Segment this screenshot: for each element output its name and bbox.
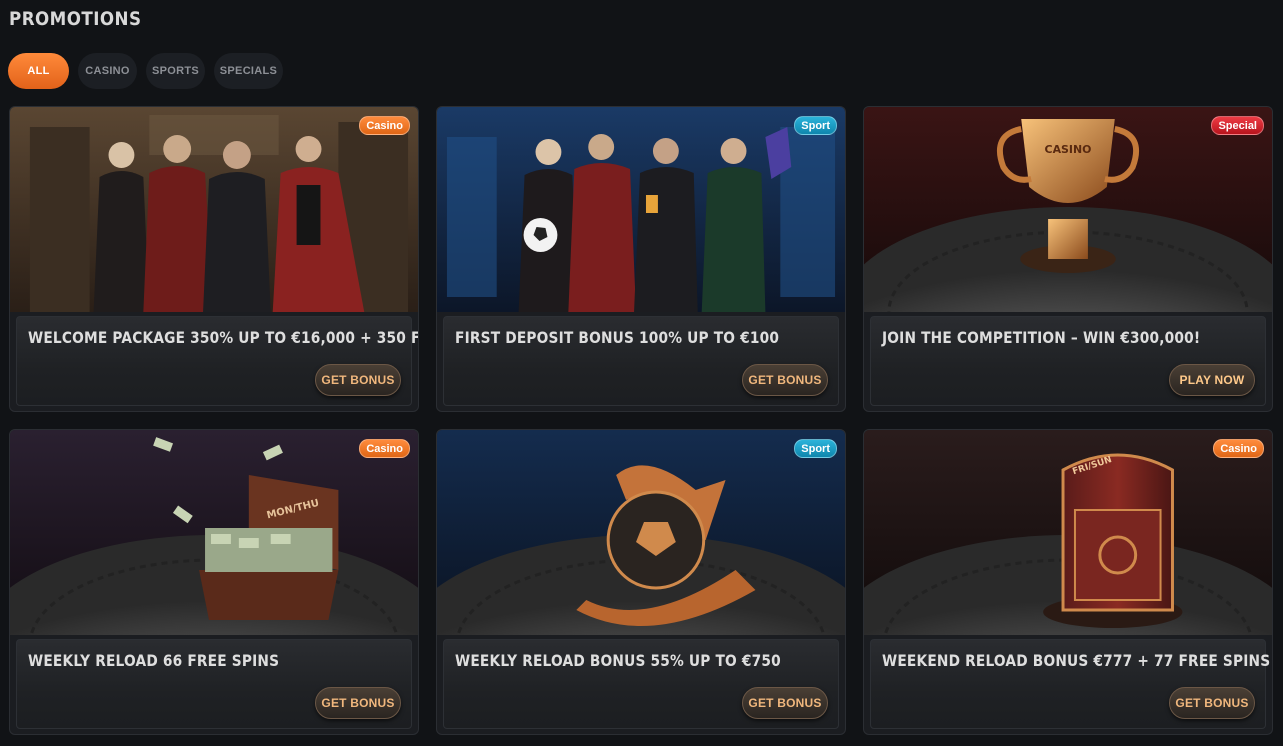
promo-image-football[interactable] — [437, 430, 845, 635]
page-title: PROMOTIONS — [9, 8, 142, 30]
promo-title: WELCOME PACKAGE 350% UP TO €16,000 + 350… — [28, 328, 419, 347]
promo-info: WEEKLY RELOAD BONUS 55% UP TO €750 GET B… — [443, 639, 839, 729]
promo-card[interactable]: CASINO Special JOIN THE COMPETITION – WI… — [863, 106, 1273, 412]
promo-title: WEEKLY RELOAD 66 FREE SPINS — [28, 651, 280, 670]
category-badge: Casino — [359, 116, 410, 135]
category-badge: Sport — [794, 116, 837, 135]
promo-image-cash-suitcase[interactable]: MON/THU — [10, 430, 418, 635]
promo-info: FIRST DEPOSIT BONUS 100% UP TO €100 GET … — [443, 316, 839, 406]
promo-title: WEEKLY RELOAD BONUS 55% UP TO €750 — [455, 651, 781, 670]
get-bonus-button[interactable]: GET BONUS — [1169, 687, 1255, 719]
category-badge: Special — [1211, 116, 1264, 135]
category-badge: Casino — [359, 439, 410, 458]
promo-card[interactable]: FRI/SUN Casino WEEKEND RELOAD BONUS €777… — [863, 429, 1273, 735]
category-tabs: ALL CASINO SPORTS SPECIALS — [8, 53, 283, 89]
promo-info: WELCOME PACKAGE 350% UP TO €16,000 + 350… — [16, 316, 418, 406]
tab-casino[interactable]: CASINO — [78, 53, 137, 89]
category-badge: Sport — [794, 439, 837, 458]
category-badge: Casino — [1213, 439, 1264, 458]
play-now-button[interactable]: PLAY NOW — [1169, 364, 1255, 396]
tab-all[interactable]: ALL — [8, 53, 69, 89]
tab-sports[interactable]: SPORTS — [146, 53, 205, 89]
trophy-logo-text: CASINO — [1045, 143, 1092, 156]
get-bonus-button[interactable]: GET BONUS — [315, 687, 401, 719]
tab-specials[interactable]: SPECIALS — [214, 53, 283, 89]
promo-info: WEEKEND RELOAD BONUS €777 + 77 FREE SPIN… — [870, 639, 1270, 729]
get-bonus-button[interactable]: GET BONUS — [315, 364, 401, 396]
promo-image-safe[interactable]: FRI/SUN — [864, 430, 1272, 635]
promo-image-trophy[interactable]: CASINO — [864, 107, 1272, 312]
promotions-page: PROMOTIONS ALL CASINO SPORTS SPECIALS Ca… — [0, 0, 1283, 746]
get-bonus-button[interactable]: GET BONUS — [742, 687, 828, 719]
promo-title: WEEKEND RELOAD BONUS €777 + 77 FREE SPIN… — [882, 651, 1271, 670]
promo-info: JOIN THE COMPETITION – WIN €300,000! PLA… — [870, 316, 1266, 406]
promo-info: WEEKLY RELOAD 66 FREE SPINS GET BONUS — [16, 639, 412, 729]
promo-image-hosts-sports[interactable] — [437, 107, 845, 312]
promo-card[interactable]: Casino WELCOME PACKAGE 350% UP TO €16,00… — [9, 106, 419, 412]
promo-card[interactable]: Sport FIRST DEPOSIT BONUS 100% UP TO €10… — [436, 106, 846, 412]
promo-image-hosts-casino[interactable] — [10, 107, 418, 312]
promo-card[interactable]: MON/THU Casino WEEKLY RELOAD 66 FREE SPI… — [9, 429, 419, 735]
get-bonus-button[interactable]: GET BONUS — [742, 364, 828, 396]
promo-card[interactable]: Sport WEEKLY RELOAD BONUS 55% UP TO €750… — [436, 429, 846, 735]
promo-title: FIRST DEPOSIT BONUS 100% UP TO €100 — [455, 328, 780, 347]
promo-title: JOIN THE COMPETITION – WIN €300,000! — [882, 328, 1201, 347]
